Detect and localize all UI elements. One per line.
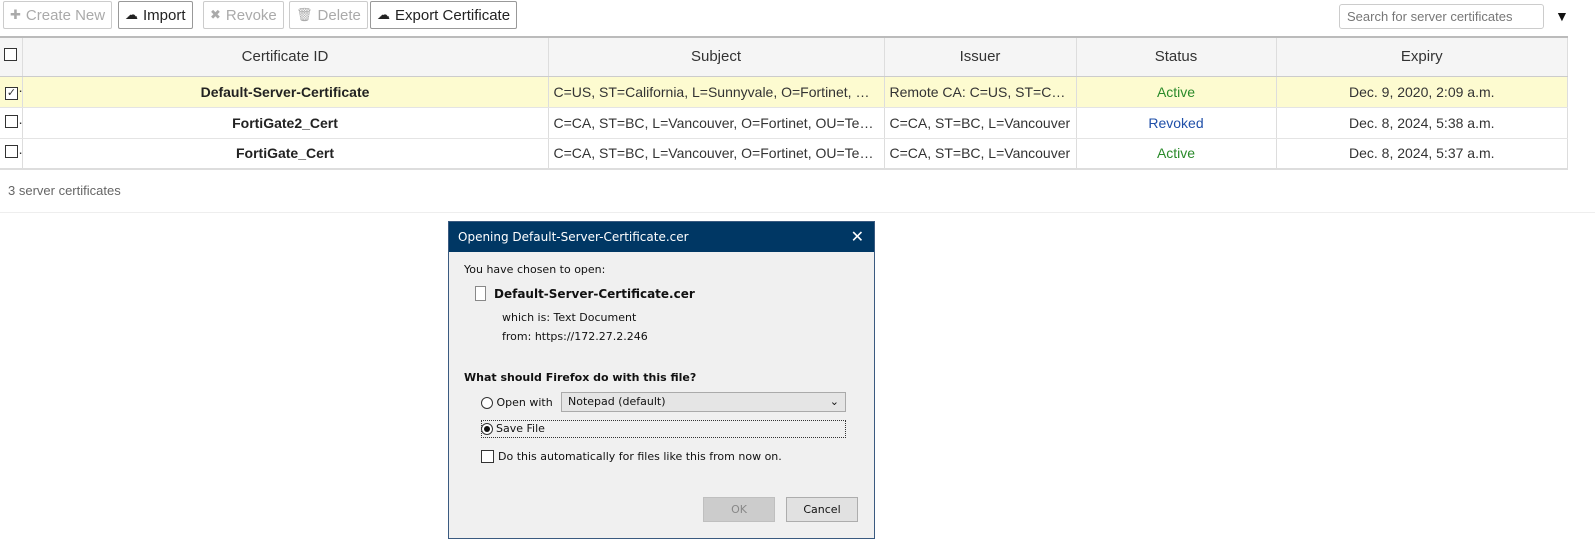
save-file-radio[interactable]: Save File: [481, 420, 846, 438]
header-expiry[interactable]: Expiry: [1276, 37, 1568, 77]
certificate-count: 3 server certificates: [8, 183, 121, 198]
expiry: Dec. 8, 2024, 5:38 a.m.: [1276, 107, 1568, 139]
cancel-button[interactable]: Cancel: [786, 497, 858, 522]
delete-button[interactable]: 🗑 Delete: [289, 1, 368, 29]
chosen-label: You have chosen to open:: [464, 263, 606, 276]
select-all-checkbox[interactable]: [0, 37, 23, 77]
text-file-icon: [475, 286, 486, 301]
table-row[interactable]: ✓ Default-Server-Certificate C=US, ST=Ca…: [0, 76, 1568, 108]
table-row[interactable]: FortiGate2_Cert C=CA, ST=BC, L=Vancouver…: [0, 107, 1568, 139]
header-certificate-id[interactable]: Certificate ID: [22, 37, 549, 77]
filter-icon[interactable]: ▼: [1555, 8, 1569, 24]
auto-checkbox[interactable]: Do this automatically for files like thi…: [481, 450, 782, 463]
issuer: C=CA, ST=BC, L=Vancouver: [884, 138, 1077, 170]
certificate-id: Default-Server-Certificate: [22, 76, 549, 108]
revoke-button[interactable]: ✖ Revoke: [203, 1, 284, 29]
subject: C=CA, ST=BC, L=Vancouver, O=Fortinet, OU…: [548, 107, 885, 139]
table-row[interactable]: FortiGate_Cert C=CA, ST=BC, L=Vancouver,…: [0, 138, 1568, 170]
open-file-dialog: Opening Default-Server-Certificate.cer ✕ …: [448, 221, 875, 539]
certificate-id: FortiGate2_Cert: [22, 107, 549, 139]
header-status[interactable]: Status: [1076, 37, 1277, 77]
cloud-download-icon: ☁: [377, 7, 390, 22]
plus-icon: ✚: [10, 7, 21, 22]
row-checkbox[interactable]: ✓: [0, 76, 23, 108]
expiry: Dec. 8, 2024, 5:37 a.m.: [1276, 138, 1568, 170]
create-new-button[interactable]: ✚ Create New: [3, 1, 113, 29]
row-checkbox[interactable]: [0, 138, 23, 170]
question-label: What should Firefox do with this file?: [464, 371, 697, 384]
search-input[interactable]: [1339, 4, 1544, 29]
issuer: Remote CA: C=US, ST=California: [884, 76, 1077, 108]
file-name: Default-Server-Certificate.cer: [494, 287, 695, 301]
header-subject[interactable]: Subject: [548, 37, 885, 77]
cloud-upload-icon: ☁: [125, 7, 138, 22]
file-type: Text Document: [553, 311, 637, 324]
which-label: which is:: [502, 311, 551, 324]
issuer: C=CA, ST=BC, L=Vancouver: [884, 107, 1077, 139]
divider: [0, 212, 1595, 213]
import-button[interactable]: ☁ Import: [118, 1, 193, 29]
close-icon[interactable]: ✕: [851, 227, 864, 246]
certificates-table: Certificate ID Subject Issuer Status Exp…: [0, 36, 1568, 170]
status-badge: Active: [1076, 138, 1277, 170]
trash-icon: 🗑: [296, 7, 313, 22]
open-with-radio[interactable]: Open with: [481, 396, 553, 409]
x-icon: ✖: [210, 7, 221, 22]
subject: C=US, ST=California, L=Sunnyvale, O=Fort…: [548, 76, 885, 108]
export-certificate-button[interactable]: ☁ Export Certificate: [370, 1, 518, 29]
row-checkbox[interactable]: [0, 107, 23, 139]
application-select[interactable]: Notepad (default) ⌄: [561, 392, 846, 412]
status-badge: Revoked: [1076, 107, 1277, 139]
dialog-titlebar: Opening Default-Server-Certificate.cer ✕: [449, 222, 874, 252]
certificate-id: FortiGate_Cert: [22, 138, 549, 170]
file-source: https://172.27.2.246: [534, 330, 648, 343]
ok-button[interactable]: OK: [703, 497, 775, 522]
subject: C=CA, ST=BC, L=Vancouver, O=Fortinet, OU…: [548, 138, 885, 170]
header-issuer[interactable]: Issuer: [884, 37, 1077, 77]
expiry: Dec. 9, 2020, 2:09 a.m.: [1276, 76, 1568, 108]
status-badge: Active: [1076, 76, 1277, 108]
chevron-down-icon: ⌄: [829, 395, 839, 408]
from-label: from:: [502, 330, 532, 343]
